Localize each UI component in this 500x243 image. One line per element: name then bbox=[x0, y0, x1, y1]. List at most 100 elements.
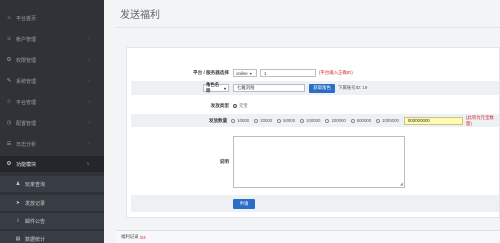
fetch-role-button[interactable]: 获取角色 bbox=[309, 83, 335, 93]
page-title: 发送福利 bbox=[120, 10, 160, 21]
chevron-left-icon: ‹ bbox=[88, 78, 90, 84]
sidebar: ⌂ 平台首页 ☺ 帐户管理 ‹ ⚙ 权限管理 ‹ ✎ 系统管理 ‹ ☆ 平台管理… bbox=[0, 0, 104, 243]
chevron-down-icon: ▾ bbox=[223, 85, 226, 91]
sidebar-subitem-label: 邮件公告 bbox=[25, 218, 46, 225]
platform-row: 平台 / 服务器选择 online ▾ 1 (平台输入正确ID) bbox=[131, 68, 499, 78]
chevron-left-icon: ‹ bbox=[88, 57, 90, 63]
sidebar-subitem-label: 玩家查询 bbox=[25, 181, 46, 188]
sidebar-item-accounts[interactable]: ☺ 帐户管理 ‹ bbox=[0, 31, 104, 47]
sidebar-subitem-mail[interactable]: Ⅰ 邮件公告 bbox=[0, 213, 104, 229]
records-bar: 福利记录 /24 bbox=[116, 230, 500, 243]
type-radio-label: 元宝 bbox=[239, 103, 248, 108]
radio-icon bbox=[277, 118, 282, 123]
chevron-left-icon: ‹ bbox=[88, 141, 90, 147]
role-field-select[interactable]: 角色名称 ▾ bbox=[203, 82, 229, 93]
radio-icon bbox=[231, 118, 236, 123]
sidebar-item-label: 日志分析 bbox=[16, 141, 37, 148]
radio-selected-icon bbox=[233, 104, 237, 108]
user-sub-icon: ♟ bbox=[15, 181, 21, 187]
note-label: 说明 bbox=[219, 159, 229, 164]
amount-input[interactable]: 000000000 bbox=[403, 116, 463, 125]
tools-icon: ✎ bbox=[6, 78, 12, 84]
sidebar-subitem-stats[interactable]: ▤ 数据统计 bbox=[0, 231, 104, 243]
platform-select-value: online bbox=[236, 70, 248, 76]
type-row: 发放类型 元宝 bbox=[131, 101, 499, 111]
submit-row: 申请 bbox=[131, 195, 499, 212]
records-label: 福利记录 bbox=[121, 234, 139, 239]
platform-error-text: (平台输入正确ID) bbox=[319, 70, 353, 75]
sidebar-item-label: 权限管理 bbox=[16, 57, 37, 64]
gear-icon: ⚙ bbox=[6, 161, 12, 167]
type-label: 发放类型 bbox=[210, 103, 229, 108]
amount-radio[interactable]: 1000000 bbox=[376, 118, 399, 123]
sidebar-item-label: 平台首页 bbox=[16, 15, 37, 22]
chevron-left-icon: ‹ bbox=[88, 120, 90, 126]
amount-radio[interactable]: 100000 bbox=[300, 118, 320, 123]
sidebar-item-system[interactable]: ✎ 系统管理 ‹ bbox=[0, 73, 104, 89]
sidebar-subitem-player-search[interactable]: ♟ 玩家查询 bbox=[0, 176, 104, 192]
amount-radio-label: 10000 bbox=[237, 118, 250, 123]
sidebar-item-logs[interactable]: ☰ 日志分析 ‹ bbox=[0, 136, 104, 152]
submit-button[interactable]: 申请 bbox=[233, 198, 255, 209]
sidebar-item-label: 平台管理 bbox=[16, 99, 37, 106]
amount-row: 发放数量 10000 20000 50000 100000 200000 500… bbox=[131, 114, 499, 127]
amount-radio-label: 50000 bbox=[283, 118, 296, 123]
divider bbox=[116, 27, 500, 28]
amount-label: 发放数量 bbox=[208, 117, 228, 123]
send-icon: ➤ bbox=[15, 200, 21, 206]
amount-radio-label: 100000 bbox=[306, 118, 321, 123]
amount-radio-label: 500000 bbox=[356, 118, 372, 123]
settings-icon: ⚙ bbox=[6, 57, 12, 63]
server-input[interactable]: 1 bbox=[260, 69, 316, 77]
amount-radio[interactable]: 50000 bbox=[277, 118, 295, 123]
radio-icon bbox=[325, 118, 330, 123]
role-select-wrap: 角色名称 ▾ bbox=[131, 82, 233, 93]
sidebar-item-config[interactable]: ◷ 配置管理 ‹ bbox=[0, 115, 104, 131]
amount-hint-text: (此项为元宝数量) bbox=[465, 114, 494, 126]
role-field-select-value: 角色名称 bbox=[206, 82, 220, 93]
amount-radio-label: 1000000 bbox=[382, 118, 399, 123]
chevron-left-icon: ‹ bbox=[88, 99, 90, 105]
sidebar-item-platform[interactable]: ☆ 平台管理 ‹ bbox=[0, 94, 104, 110]
clock-icon: ◷ bbox=[6, 120, 12, 126]
sidebar-item-permissions[interactable]: ⚙ 权限管理 ‹ bbox=[0, 52, 104, 68]
form-card: 平台 / 服务器选择 online ▾ 1 (平台输入正确ID) 角色名称 ▾ … bbox=[126, 47, 500, 218]
sidebar-item-modules[interactable]: ⚙ 功能模块 ∨ bbox=[0, 156, 104, 172]
star-icon: ☆ bbox=[6, 99, 12, 105]
user-icon: ☺ bbox=[6, 36, 12, 42]
chevron-down-icon: ∨ bbox=[86, 161, 90, 167]
sidebar-item-label: 系统管理 bbox=[16, 78, 37, 85]
home-icon: ⌂ bbox=[7, 15, 11, 21]
sidebar-item-home[interactable]: ⌂ 平台首页 bbox=[0, 10, 104, 26]
amount-radio-label: 20000 bbox=[260, 118, 273, 123]
log-icon: ☰ bbox=[6, 141, 12, 147]
amount-radio-label: 200000 bbox=[331, 118, 346, 123]
sidebar-item-label: 配置管理 bbox=[16, 120, 37, 127]
role-name-input[interactable]: 七雅刘啦 bbox=[233, 84, 305, 92]
note-row: 说明 ◢ bbox=[131, 134, 499, 190]
sidebar-subitem-send-records[interactable]: ➤ 发放记录 bbox=[0, 195, 104, 211]
chart-icon: ▤ bbox=[15, 236, 21, 242]
radio-icon bbox=[300, 118, 305, 123]
chevron-down-icon: ▾ bbox=[249, 70, 252, 76]
sidebar-item-label: 功能模块 bbox=[16, 161, 37, 168]
amount-radio[interactable]: 200000 bbox=[325, 118, 346, 123]
radio-icon bbox=[376, 118, 381, 123]
sidebar-item-label: 帐户管理 bbox=[16, 36, 37, 43]
type-radio-yuanbao[interactable]: 元宝 bbox=[233, 103, 248, 109]
radio-icon bbox=[254, 118, 259, 123]
platform-select[interactable]: online ▾ bbox=[233, 69, 257, 77]
amount-radio-group: 10000 20000 50000 100000 200000 500000 1… bbox=[231, 118, 404, 123]
sidebar-subitem-label: 发放记录 bbox=[25, 200, 46, 207]
resize-handle-icon[interactable]: ◢ bbox=[400, 182, 403, 186]
role-hint-text: 下属账号ID: 19 bbox=[338, 85, 368, 90]
chevron-left-icon: ‹ bbox=[88, 36, 90, 42]
benefit-form: 平台 / 服务器选择 online ▾ 1 (平台输入正确ID) 角色名称 ▾ … bbox=[131, 68, 499, 218]
amount-radio[interactable]: 500000 bbox=[350, 118, 372, 123]
note-textarea[interactable]: ◢ bbox=[233, 136, 405, 188]
edit-icon: Ⅰ bbox=[17, 218, 19, 224]
amount-radio[interactable]: 10000 bbox=[231, 118, 249, 123]
records-count: /24 bbox=[139, 234, 146, 240]
main-content: 发送福利 平台 / 服务器选择 online ▾ 1 (平台输入正确ID) 角色… bbox=[104, 0, 500, 243]
amount-radio[interactable]: 20000 bbox=[254, 118, 272, 123]
